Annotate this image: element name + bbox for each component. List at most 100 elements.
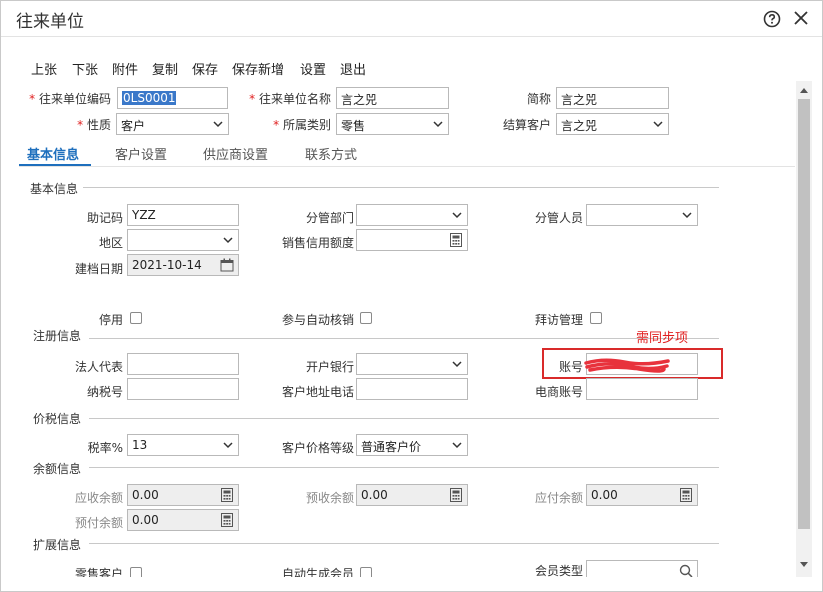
section-divider <box>89 543 719 544</box>
bank-label: 开户银行 <box>305 360 354 374</box>
tabs-divider <box>19 166 795 167</box>
help-icon[interactable] <box>763 10 781 28</box>
bank-select[interactable] <box>356 353 468 375</box>
tax-rate-select[interactable]: 13 <box>127 434 239 456</box>
retail-customer-checkbox[interactable] <box>130 567 142 577</box>
settle-select[interactable]: 言之兕 <box>556 113 669 135</box>
date-input[interactable]: 2021-10-14 <box>127 254 239 276</box>
title-bar: 往来单位 <box>1 1 822 37</box>
chevron-down-icon <box>452 361 462 368</box>
category-label: * 所属类别 <box>273 118 331 132</box>
date-label: 建档日期 <box>74 262 123 276</box>
chevron-down-icon <box>682 212 692 219</box>
calculator-icon <box>680 488 692 502</box>
calendar-icon[interactable] <box>220 258 234 272</box>
section-balance-title: 余额信息 <box>33 462 82 476</box>
nature-label: * 性质 <box>77 118 111 132</box>
chevron-down-icon <box>653 121 663 128</box>
name-input[interactable]: 言之兕 <box>336 87 449 109</box>
save-new-button[interactable]: 保存新增 <box>232 59 284 78</box>
prepay-label: 预付余额 <box>74 516 123 530</box>
chevron-down-icon <box>213 121 223 128</box>
settings-button[interactable]: 设置 <box>300 59 326 78</box>
section-divider <box>89 467 719 468</box>
legal-rep-label: 法人代表 <box>74 360 123 374</box>
dialog-title: 往来单位 <box>16 12 84 32</box>
auto-member-checkbox[interactable] <box>360 567 372 577</box>
exit-button[interactable]: 退出 <box>340 59 366 78</box>
section-divider <box>89 338 719 339</box>
calculator-icon <box>221 488 233 502</box>
short-name-input[interactable]: 言之兕 <box>556 87 669 109</box>
autoverify-checkbox[interactable] <box>360 312 372 324</box>
code-label: * 往来单位编码 <box>29 92 111 106</box>
tab-contact[interactable]: 联系方式 <box>305 144 357 163</box>
disable-label: 停用 <box>98 313 123 327</box>
category-select[interactable]: 零售 <box>336 113 449 135</box>
prereceive-input: 0.00 <box>356 484 468 506</box>
ecom-account-label: 电商账号 <box>534 385 583 399</box>
tax-no-input[interactable] <box>127 378 239 400</box>
address-phone-label: 客户地址电话 <box>281 385 354 399</box>
address-phone-input[interactable] <box>356 378 468 400</box>
chevron-down-icon <box>452 442 462 449</box>
dept-select[interactable] <box>356 204 468 226</box>
copy-button[interactable]: 复制 <box>152 59 178 78</box>
scrollbar-thumb[interactable] <box>798 99 810 529</box>
calculator-icon[interactable] <box>449 233 463 247</box>
region-select[interactable] <box>127 229 239 251</box>
region-label: 地区 <box>98 236 123 250</box>
tax-rate-label: 税率% <box>87 441 123 455</box>
search-icon[interactable] <box>679 564 693 577</box>
prepay-input: 0.00 <box>127 509 239 531</box>
next-button[interactable]: 下张 <box>72 59 98 78</box>
mnemonic-label: 助记码 <box>86 211 123 225</box>
tab-basic-info[interactable]: 基本信息 <box>27 144 79 163</box>
tab-supplier-settings[interactable]: 供应商设置 <box>203 144 268 163</box>
section-ext-title: 扩展信息 <box>33 538 82 552</box>
price-level-select[interactable]: 普通客户价 <box>356 434 468 456</box>
chevron-down-icon <box>223 237 233 244</box>
sync-note: 需同步项 <box>636 331 689 346</box>
legal-rep-input[interactable] <box>127 353 239 375</box>
section-basic-title: 基本信息 <box>30 182 79 196</box>
member-type-label: 会员类型 <box>534 564 583 577</box>
settle-label: 结算客户 <box>502 118 551 132</box>
name-label: * 往来单位名称 <box>249 92 331 106</box>
receivable-input: 0.00 <box>127 484 239 506</box>
scroll-up-icon[interactable] <box>799 86 809 94</box>
short-name-label: 简称 <box>526 92 551 106</box>
tab-customer-settings[interactable]: 客户设置 <box>115 144 167 163</box>
retail-customer-label: 零售客户 <box>74 567 123 577</box>
customer-dialog: 往来单位 上张 下张 附件 复制 保存 保存新增 设置 退出 * 往来单位编码 … <box>0 0 823 592</box>
visit-checkbox[interactable] <box>590 312 602 324</box>
scroll-down-icon[interactable] <box>799 561 809 569</box>
member-type-input[interactable] <box>586 560 698 577</box>
ecom-account-input[interactable] <box>586 378 698 400</box>
chevron-down-icon <box>433 121 443 128</box>
attach-button[interactable]: 附件 <box>112 59 138 78</box>
calculator-icon <box>221 513 233 527</box>
chevron-down-icon <box>223 442 233 449</box>
section-tax-title: 价税信息 <box>33 412 82 426</box>
credit-input[interactable] <box>356 229 468 251</box>
auto-member-label: 自动生成会员 <box>281 567 354 577</box>
staff-select[interactable] <box>586 204 698 226</box>
mnemonic-input[interactable]: YZZ <box>127 204 239 226</box>
prev-button[interactable]: 上张 <box>31 59 57 78</box>
staff-label: 分管人员 <box>534 211 583 225</box>
close-icon[interactable] <box>792 9 810 27</box>
disable-checkbox[interactable] <box>130 312 142 324</box>
section-divider <box>89 418 719 419</box>
nature-select[interactable]: 客户 <box>116 113 229 135</box>
visit-label: 拜访管理 <box>534 313 583 327</box>
receivable-label: 应收余额 <box>74 491 123 505</box>
prereceive-label: 预收余额 <box>305 491 354 505</box>
credit-label: 销售信用额度 <box>281 236 354 250</box>
payable-label: 应付余额 <box>534 491 583 505</box>
clipped-row: 零售客户 自动生成会员 会员类型 <box>1 557 796 577</box>
active-tab-indicator <box>19 164 91 166</box>
chevron-down-icon <box>452 212 462 219</box>
save-button[interactable]: 保存 <box>192 59 218 78</box>
code-input[interactable]: 0LS0001 <box>117 87 228 109</box>
